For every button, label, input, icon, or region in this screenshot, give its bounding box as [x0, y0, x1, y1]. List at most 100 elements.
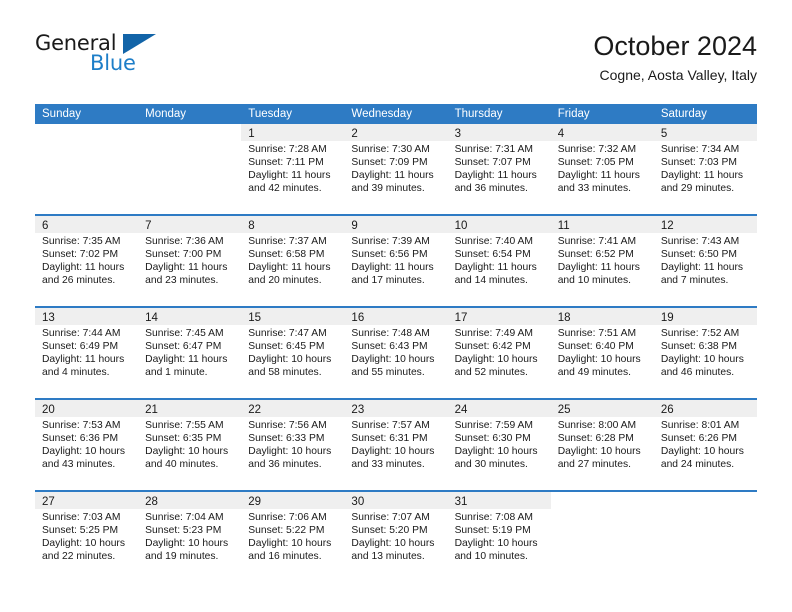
- sunrise-line: Sunrise: 7:57 AM: [351, 420, 430, 431]
- day-number-band: 10: [447, 216, 551, 233]
- general-blue-logo[interactable]: General Blue: [35, 32, 215, 88]
- week-row: 13 Sunrise: 7:44 AM Sunset: 6:49 PM Dayl…: [35, 306, 757, 398]
- sunrise-line: Sunrise: 8:00 AM: [557, 420, 637, 431]
- day-cell[interactable]: 8 Sunrise: 7:37 AM Sunset: 6:58 PM Dayli…: [241, 216, 345, 306]
- sunset-line: Sunset: 6:40 PM: [557, 340, 634, 352]
- sunrise-line: Sunrise: 7:04 AM: [145, 512, 224, 523]
- daylight-line-2: and 7 minutes.: [660, 274, 729, 286]
- sunset-line: Sunset: 6:56 PM: [351, 248, 428, 260]
- sunrise-line: Sunrise: 7:55 AM: [145, 420, 224, 431]
- sunset-line: Sunset: 5:25 PM: [42, 524, 119, 536]
- day-cell[interactable]: 25 Sunrise: 8:00 AM Sunset: 6:28 PM Dayl…: [550, 400, 654, 490]
- day-cell[interactable]: 22 Sunrise: 7:56 AM Sunset: 6:33 PM Dayl…: [241, 400, 345, 490]
- day-details: Sunrise: 7:55 AM Sunset: 6:35 PM Dayligh…: [138, 417, 241, 472]
- sunset-line: Sunset: 5:22 PM: [248, 524, 325, 536]
- daylight-line-1: Daylight: 10 hours: [557, 353, 641, 365]
- day-cell[interactable]: 1 Sunrise: 7:28 AM Sunset: 7:11 PM Dayli…: [241, 124, 345, 214]
- sunset-line: Sunset: 6:50 PM: [660, 248, 737, 260]
- week-row: 20 Sunrise: 7:53 AM Sunset: 6:36 PM Dayl…: [35, 398, 757, 490]
- day-details: Sunrise: 7:59 AM Sunset: 6:30 PM Dayligh…: [448, 417, 551, 472]
- day-number: 11: [557, 220, 570, 232]
- daylight-line-1: Daylight: 10 hours: [351, 537, 435, 549]
- day-cell[interactable]: 7 Sunrise: 7:36 AM Sunset: 7:00 PM Dayli…: [138, 216, 242, 306]
- day-cell[interactable]: 14 Sunrise: 7:45 AM Sunset: 6:47 PM Dayl…: [138, 308, 242, 398]
- day-number: 26: [660, 404, 674, 416]
- day-cell[interactable]: 18 Sunrise: 7:51 AM Sunset: 6:40 PM Dayl…: [550, 308, 654, 398]
- day-cell[interactable]: 4 Sunrise: 7:32 AM Sunset: 7:05 PM Dayli…: [550, 124, 654, 214]
- day-number-band: [35, 124, 138, 141]
- day-details: Sunrise: 7:32 AM Sunset: 7:05 PM Dayligh…: [551, 141, 654, 196]
- day-cell[interactable]: 26 Sunrise: 8:01 AM Sunset: 6:26 PM Dayl…: [653, 400, 757, 490]
- day-number: 1: [248, 128, 255, 140]
- day-cell[interactable]: 17 Sunrise: 7:49 AM Sunset: 6:42 PM Dayl…: [447, 308, 551, 398]
- daylight-line-1: Daylight: 10 hours: [248, 353, 332, 365]
- day-cell[interactable]: 16 Sunrise: 7:48 AM Sunset: 6:43 PM Dayl…: [344, 308, 448, 398]
- day-details: Sunrise: 7:48 AM Sunset: 6:43 PM Dayligh…: [344, 325, 447, 380]
- day-cell[interactable]: 24 Sunrise: 7:59 AM Sunset: 6:30 PM Dayl…: [447, 400, 551, 490]
- sunrise-line: Sunrise: 7:32 AM: [557, 144, 637, 155]
- day-details: Sunrise: 7:47 AM Sunset: 6:45 PM Dayligh…: [241, 325, 344, 380]
- day-cell[interactable]: [138, 124, 242, 214]
- day-number: 27: [42, 496, 55, 508]
- day-number-band: 1: [241, 124, 345, 141]
- day-cell[interactable]: 23 Sunrise: 7:57 AM Sunset: 6:31 PM Dayl…: [344, 400, 448, 490]
- day-cell[interactable]: 31 Sunrise: 7:08 AM Sunset: 5:19 PM Dayl…: [447, 492, 551, 582]
- sunset-line: Sunset: 7:11 PM: [248, 156, 324, 168]
- sunrise-line: Sunrise: 7:43 AM: [660, 236, 740, 247]
- day-cell[interactable]: [550, 492, 654, 582]
- day-cell[interactable]: [653, 492, 757, 582]
- daylight-line-1: Daylight: 10 hours: [454, 445, 538, 457]
- day-cell[interactable]: 19 Sunrise: 7:52 AM Sunset: 6:38 PM Dayl…: [653, 308, 757, 398]
- daylight-line-2: and 10 minutes.: [454, 550, 528, 562]
- sunset-line: Sunset: 6:36 PM: [42, 432, 119, 444]
- daylight-line-2: and 16 minutes.: [248, 550, 322, 562]
- sunset-line: Sunset: 7:00 PM: [145, 248, 222, 260]
- day-details: Sunrise: 7:35 AM Sunset: 7:02 PM Dayligh…: [35, 233, 138, 288]
- day-cell[interactable]: 21 Sunrise: 7:55 AM Sunset: 6:35 PM Dayl…: [138, 400, 242, 490]
- day-cell[interactable]: 15 Sunrise: 7:47 AM Sunset: 6:45 PM Dayl…: [241, 308, 345, 398]
- daylight-line-1: Daylight: 10 hours: [660, 353, 744, 365]
- day-cell[interactable]: 6 Sunrise: 7:35 AM Sunset: 7:02 PM Dayli…: [35, 216, 139, 306]
- day-number: 7: [145, 220, 152, 232]
- day-number: 31: [454, 496, 468, 508]
- logo-text-blue: Blue: [90, 51, 136, 75]
- day-cell[interactable]: 12 Sunrise: 7:43 AM Sunset: 6:50 PM Dayl…: [653, 216, 757, 306]
- day-number-band: 28: [138, 492, 242, 509]
- day-details: Sunrise: 7:39 AM Sunset: 6:56 PM Dayligh…: [344, 233, 447, 288]
- day-cell[interactable]: 5 Sunrise: 7:34 AM Sunset: 7:03 PM Dayli…: [653, 124, 757, 214]
- sunrise-line: Sunrise: 7:28 AM: [248, 144, 327, 155]
- day-number-band: 31: [447, 492, 551, 509]
- daylight-line-1: Daylight: 10 hours: [145, 537, 229, 549]
- sunrise-line: Sunrise: 7:37 AM: [248, 236, 327, 247]
- day-cell[interactable]: 27 Sunrise: 7:03 AM Sunset: 5:25 PM Dayl…: [35, 492, 139, 582]
- sunrise-line: Sunrise: 7:39 AM: [351, 236, 430, 247]
- day-cell[interactable]: 20 Sunrise: 7:53 AM Sunset: 6:36 PM Dayl…: [35, 400, 139, 490]
- day-cell[interactable]: 10 Sunrise: 7:40 AM Sunset: 6:54 PM Dayl…: [447, 216, 551, 306]
- day-number: 24: [454, 404, 468, 416]
- day-details: [35, 141, 138, 144]
- sunrise-line: Sunrise: 7:03 AM: [42, 512, 121, 523]
- day-number-band: 19: [653, 308, 757, 325]
- day-details: Sunrise: 7:04 AM Sunset: 5:23 PM Dayligh…: [138, 509, 241, 564]
- sunrise-line: Sunrise: 7:49 AM: [454, 328, 533, 339]
- day-details: Sunrise: 8:00 AM Sunset: 6:28 PM Dayligh…: [551, 417, 654, 472]
- page-subtitle: Cogne, Aosta Valley, Italy: [599, 67, 757, 83]
- day-cell[interactable]: 30 Sunrise: 7:07 AM Sunset: 5:20 PM Dayl…: [344, 492, 448, 582]
- daylight-line-2: and 36 minutes.: [248, 458, 322, 470]
- day-cell[interactable]: 2 Sunrise: 7:30 AM Sunset: 7:09 PM Dayli…: [344, 124, 448, 214]
- day-cell[interactable]: 9 Sunrise: 7:39 AM Sunset: 6:56 PM Dayli…: [344, 216, 448, 306]
- day-cell[interactable]: 13 Sunrise: 7:44 AM Sunset: 6:49 PM Dayl…: [35, 308, 139, 398]
- day-number-band: 21: [138, 400, 242, 417]
- day-cell[interactable]: 3 Sunrise: 7:31 AM Sunset: 7:07 PM Dayli…: [447, 124, 551, 214]
- day-details: Sunrise: 7:57 AM Sunset: 6:31 PM Dayligh…: [344, 417, 447, 472]
- day-cell[interactable]: 29 Sunrise: 7:06 AM Sunset: 5:22 PM Dayl…: [241, 492, 345, 582]
- day-cell[interactable]: [35, 124, 139, 214]
- day-cell[interactable]: 28 Sunrise: 7:04 AM Sunset: 5:23 PM Dayl…: [138, 492, 242, 582]
- day-number-band: 5: [653, 124, 757, 141]
- sunset-line: Sunset: 6:54 PM: [454, 248, 531, 260]
- sunset-line: Sunset: 6:35 PM: [145, 432, 222, 444]
- day-cell[interactable]: 11 Sunrise: 7:41 AM Sunset: 6:52 PM Dayl…: [550, 216, 654, 306]
- day-number-band: 14: [138, 308, 242, 325]
- sunrise-line: Sunrise: 7:31 AM: [454, 144, 533, 155]
- sunrise-line: Sunrise: 7:35 AM: [42, 236, 121, 247]
